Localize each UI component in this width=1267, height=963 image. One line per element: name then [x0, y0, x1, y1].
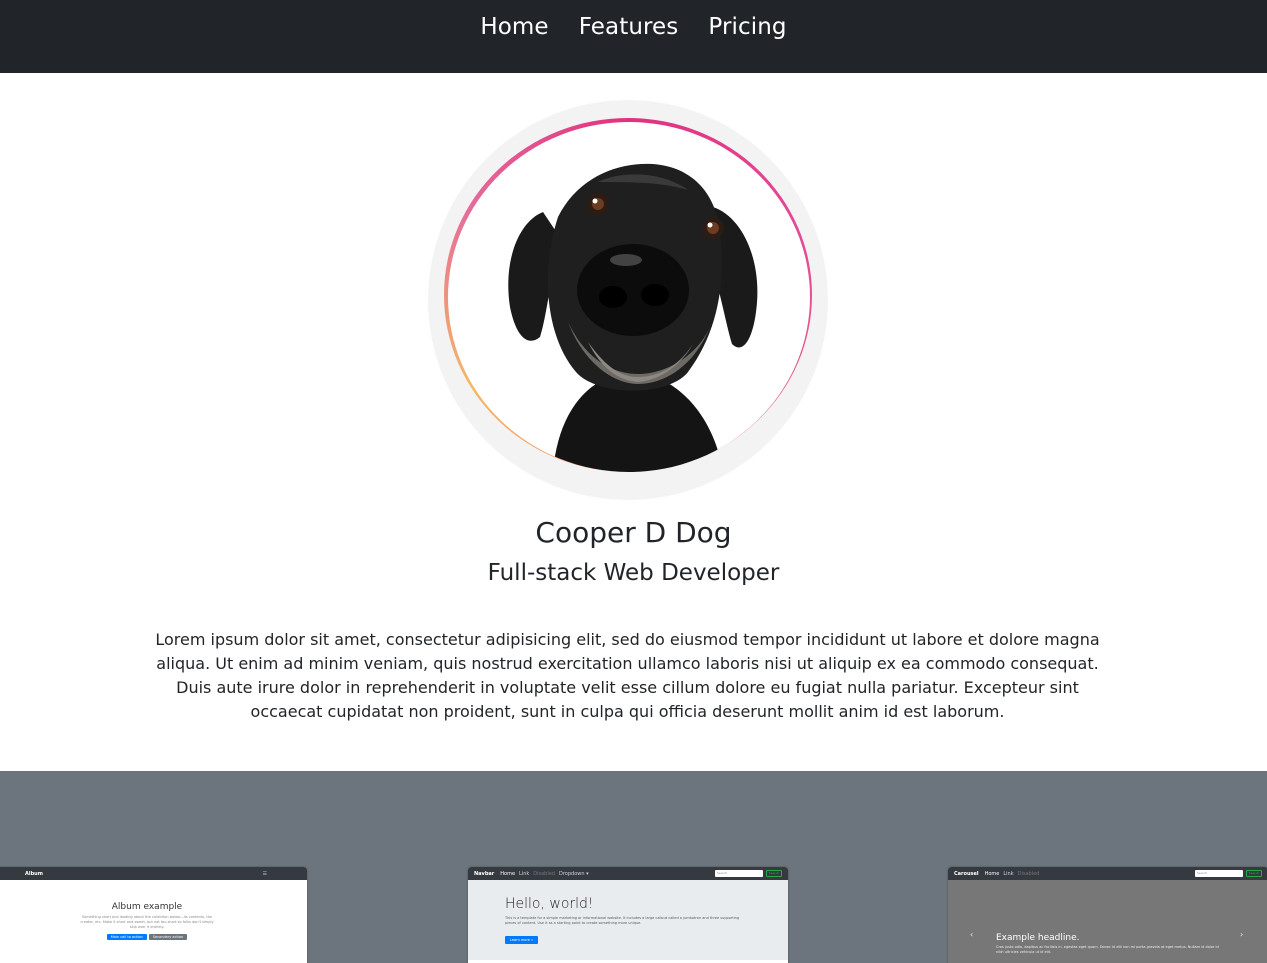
nav-home-link[interactable]: Home	[480, 0, 548, 40]
profile-name: Cooper D Dog	[535, 516, 732, 549]
portfolio-section: Album ☰ Album example Something short an…	[0, 771, 1267, 963]
thumb-nav-item: Disabled	[1017, 870, 1040, 877]
portfolio-card-album[interactable]: Album ☰ Album example Something short an…	[0, 867, 307, 963]
avatar-frame	[428, 100, 828, 500]
thumb-title: Example headline.	[996, 933, 1080, 943]
thumb-primary-button: Learn more »	[505, 936, 539, 944]
thumb-search-button: Search	[766, 870, 782, 877]
thumb-buttons: Main call to action Secondary action	[0, 934, 307, 940]
thumb-search-input: Search	[1195, 870, 1243, 877]
profile-role: Full-stack Web Developer	[487, 560, 780, 586]
thumb-brand: Carousel	[954, 870, 979, 877]
thumb-nav-item: Disabled	[533, 870, 555, 877]
hamburger-icon: ☰	[262, 870, 267, 877]
thumb-brand: Album	[25, 870, 43, 877]
thumb-text: Cras justo odio, dapibus ac facilisis in…	[996, 945, 1219, 954]
dog-photo-illustration	[508, 163, 758, 472]
thumb-navbar: Navbar Home Link Disabled Dropdown ▾ Sea…	[468, 867, 788, 880]
thumb-text: Something short and leading about the co…	[80, 915, 214, 929]
nav-features-link[interactable]: Features	[579, 0, 679, 40]
portfolio-card-carousel[interactable]: Carousel Home Link Disabled Search Searc…	[948, 867, 1267, 963]
thumb-title: Album example	[111, 902, 183, 912]
thumb-carousel: ‹ Example headline. Cras justo odio, dap…	[948, 880, 1267, 963]
profile-bio: Lorem ipsum dolor sit amet, consectetur …	[155, 630, 1100, 721]
thumb-nav-item: Link	[519, 870, 530, 877]
thumb-primary-button: Main call to action	[106, 934, 147, 940]
thumb-nav-item: Home	[984, 870, 1000, 877]
thumb-search-button: Search	[1246, 870, 1262, 877]
avatar-photo	[448, 122, 810, 472]
thumb-navbar: Album ☰	[0, 867, 307, 880]
chevron-left-icon: ‹	[970, 930, 974, 939]
portfolio-card-jumbotron[interactable]: Navbar Home Link Disabled Dropdown ▾ Sea…	[468, 867, 788, 963]
thumb-search-input: Search	[715, 870, 763, 877]
thumb-secondary-button: Secondary action	[148, 934, 188, 940]
top-navbar: Home Features Pricing	[0, 0, 1267, 73]
thumb-text: This is a template for a simple marketin…	[505, 916, 740, 925]
thumb-title: Hello, world!	[505, 896, 594, 912]
thumb-body: Album example Something short and leadin…	[0, 902, 307, 940]
thumb-brand: Navbar	[474, 870, 495, 877]
nav-pricing-link[interactable]: Pricing	[708, 0, 786, 40]
thumb-nav-item: Home	[500, 870, 516, 877]
thumb-jumbotron: Hello, world! This is a template for a s…	[468, 880, 788, 960]
thumb-nav-item: Link	[1003, 870, 1014, 877]
thumb-nav-item: Dropdown ▾	[559, 870, 589, 877]
chevron-right-icon: ›	[1240, 930, 1244, 939]
thumb-navbar: Carousel Home Link Disabled Search Searc…	[948, 867, 1267, 880]
